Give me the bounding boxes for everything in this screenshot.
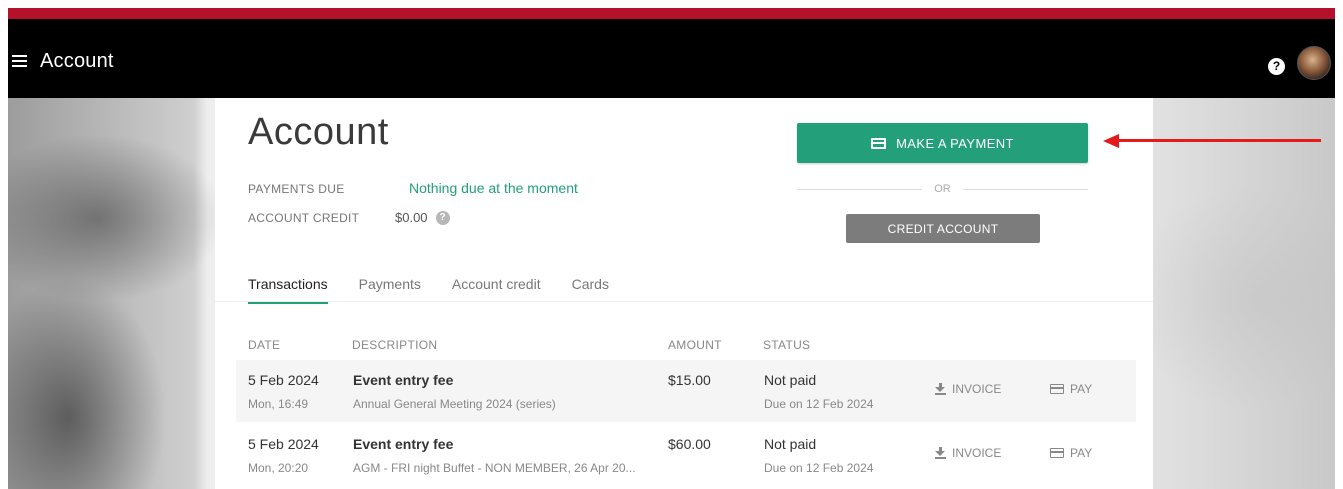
row-due-date: Due on 12 Feb 2024 [764,461,874,475]
make-payment-label: MAKE A PAYMENT [896,135,1014,151]
row-time: Mon, 20:20 [248,461,309,475]
left-arrow-icon [1103,134,1321,148]
row-time: Mon, 16:49 [248,397,309,411]
app-bar: Account ? [8,19,1335,98]
row-due-date: Due on 12 Feb 2024 [764,397,874,411]
avatar[interactable] [1297,46,1331,80]
account-credit-label: ACCOUNT CREDIT [248,211,360,225]
account-card: Account PAYMENTS DUE Nothing due at the … [215,98,1153,489]
row-status: Not paid [764,372,817,388]
account-credit-value-group: $0.00 ? [395,210,450,225]
credit-card-icon [1050,448,1064,458]
table-header: DATE DESCRIPTION AMOUNT STATUS [248,338,1153,354]
help-icon[interactable]: ? [1268,58,1285,75]
tab-transactions[interactable]: Transactions [248,276,328,304]
column-header-date: DATE [248,338,281,352]
row-amount: $15.00 [668,372,711,388]
make-payment-button[interactable]: MAKE A PAYMENT [797,123,1088,163]
pay-button[interactable]: PAY [1050,382,1092,396]
row-date: 5 Feb 2024 [248,372,319,388]
payments-due-label: PAYMENTS DUE [248,182,345,196]
page-frame: Account ? Account PAYMENTS DUE Nothing d… [8,8,1335,489]
tab-account-credit[interactable]: Account credit [452,276,541,304]
credit-card-icon [1050,384,1064,394]
tab-bar: Transactions Payments Account credit Car… [248,276,609,304]
account-credit-value: $0.00 [395,210,428,225]
info-icon[interactable]: ? [435,210,450,225]
row-subtitle: AGM - FRI night Buffet - NON MEMBER, 26 … [353,461,636,475]
pay-button[interactable]: PAY [1050,446,1092,460]
invoice-label: INVOICE [952,446,1002,460]
tabs-divider [215,301,1153,302]
tab-cards[interactable]: Cards [572,276,609,304]
row-subtitle: Annual General Meeting 2024 (series) [353,397,556,411]
pay-label: PAY [1070,446,1093,460]
or-text: OR [934,183,951,195]
row-status: Not paid [764,436,817,452]
tab-payments[interactable]: Payments [359,276,421,304]
row-amount: $60.00 [668,436,711,452]
column-header-status: STATUS [763,338,811,352]
table-row[interactable]: 5 Feb 2024 Mon, 20:20 Event entry fee AG… [236,424,1136,486]
row-title: Event entry fee [353,372,454,388]
or-divider: OR [797,182,1088,196]
credit-card-icon [871,137,887,149]
download-icon [935,447,946,459]
invoice-button[interactable]: INVOICE [935,382,1001,396]
page-title: Account [248,111,389,153]
row-title: Event entry fee [353,436,454,452]
invoice-button[interactable]: INVOICE [935,446,1001,460]
table-row[interactable]: 5 Feb 2024 Mon, 16:49 Event entry fee An… [236,360,1136,422]
column-header-description: DESCRIPTION [352,338,438,352]
payments-due-value: Nothing due at the moment [409,180,578,196]
download-icon [935,383,946,395]
credit-account-button[interactable]: CREDIT ACCOUNT [846,214,1040,243]
app-bar-title: Account [40,50,114,72]
hamburger-menu-icon[interactable] [12,55,27,67]
row-date: 5 Feb 2024 [248,436,319,452]
invoice-label: INVOICE [952,382,1002,396]
pay-label: PAY [1070,382,1093,396]
brand-strip [8,8,1335,19]
column-header-amount: AMOUNT [668,338,722,352]
